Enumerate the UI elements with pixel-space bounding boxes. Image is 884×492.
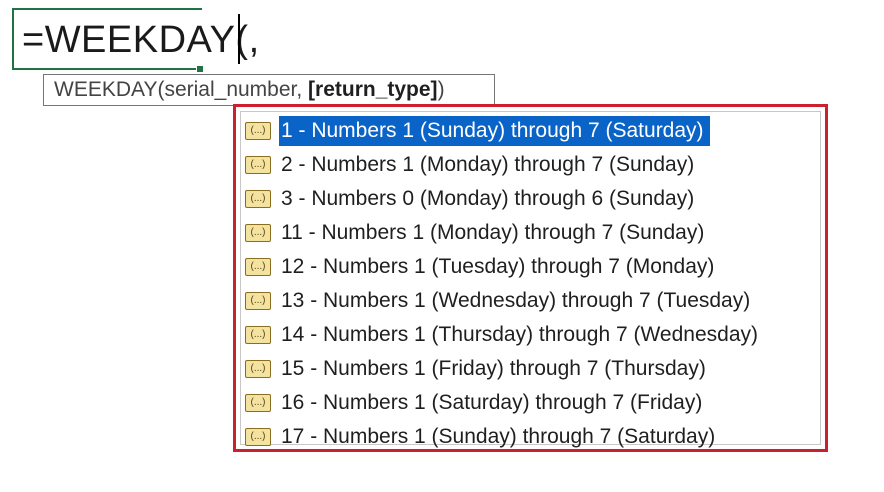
text-caret xyxy=(238,14,240,64)
function-signature-tooltip: WEEKDAY(serial_number, [return_type]) xyxy=(43,74,495,106)
signature-current-argument: [return_type] xyxy=(308,78,438,101)
return-type-option-label: 14 - Numbers 1 (Thursday) through 7 (Wed… xyxy=(281,323,758,346)
signature-prefix: WEEKDAY(serial_number, xyxy=(54,78,309,101)
return-type-option-label: 16 - Numbers 1 (Saturday) through 7 (Fri… xyxy=(281,391,703,414)
enum-value-icon: (...) xyxy=(245,224,271,242)
return-type-option[interactable]: (...) 15 - Numbers 1 (Friday) through 7 … xyxy=(245,354,712,384)
return-type-option-label: 12 - Numbers 1 (Tuesday) through 7 (Mond… xyxy=(281,255,715,278)
fill-handle[interactable] xyxy=(196,65,204,73)
return-type-option-label: 17 - Numbers 1 (Sunday) through 7 (Satur… xyxy=(281,425,716,448)
return-type-option-label: 15 - Numbers 1 (Friday) through 7 (Thurs… xyxy=(281,357,706,380)
enum-value-icon: (...) xyxy=(245,360,271,378)
return-type-dropdown: (...) 1 - Numbers 1 (Sunday) through 7 (… xyxy=(233,104,828,452)
return-type-option[interactable]: (...) 12 - Numbers 1 (Tuesday) through 7… xyxy=(245,252,720,282)
return-type-option[interactable]: (...) 17 - Numbers 1 (Sunday) through 7 … xyxy=(245,422,721,452)
return-type-option[interactable]: (...) 1 - Numbers 1 (Sunday) through 7 (… xyxy=(245,116,710,146)
return-type-option-label: 11 - Numbers 1 (Monday) through 7 (Sunda… xyxy=(281,221,705,244)
signature-suffix: ) xyxy=(437,78,445,101)
excel-autocomplete-view: =WEEKDAY(, WEEKDAY(serial_number, [retur… xyxy=(0,0,884,492)
return-type-option[interactable]: (...) 11 - Numbers 1 (Monday) through 7 … xyxy=(245,218,710,248)
enum-value-icon: (...) xyxy=(245,190,271,208)
return-type-option[interactable]: (...) 14 - Numbers 1 (Thursday) through … xyxy=(245,320,764,350)
enum-value-icon: (...) xyxy=(245,258,271,276)
return-type-option[interactable]: (...) 2 - Numbers 1 (Monday) through 7 (… xyxy=(245,150,700,180)
enum-value-icon: (...) xyxy=(245,122,271,140)
enum-value-icon: (...) xyxy=(245,326,271,344)
return-type-option[interactable]: (...) 16 - Numbers 1 (Saturday) through … xyxy=(245,388,708,418)
enum-value-icon: (...) xyxy=(245,394,271,412)
enum-value-icon: (...) xyxy=(245,156,271,174)
return-type-option-label: 1 - Numbers 1 (Sunday) through 7 (Saturd… xyxy=(279,116,710,146)
return-type-option-label: 13 - Numbers 1 (Wednesday) through 7 (Tu… xyxy=(281,289,751,312)
return-type-list: (...) 1 - Numbers 1 (Sunday) through 7 (… xyxy=(240,111,821,448)
cell-formula-text[interactable]: =WEEKDAY(, xyxy=(22,16,260,64)
return-type-option[interactable]: (...) 13 - Numbers 1 (Wednesday) through… xyxy=(245,286,756,316)
enum-value-icon: (...) xyxy=(245,428,271,446)
return-type-option-label: 2 - Numbers 1 (Monday) through 7 (Sunday… xyxy=(281,153,695,176)
return-type-option[interactable]: (...) 3 - Numbers 0 (Monday) through 6 (… xyxy=(245,184,700,214)
return-type-option-label: 3 - Numbers 0 (Monday) through 6 (Sunday… xyxy=(281,187,695,210)
enum-value-icon: (...) xyxy=(245,292,271,310)
